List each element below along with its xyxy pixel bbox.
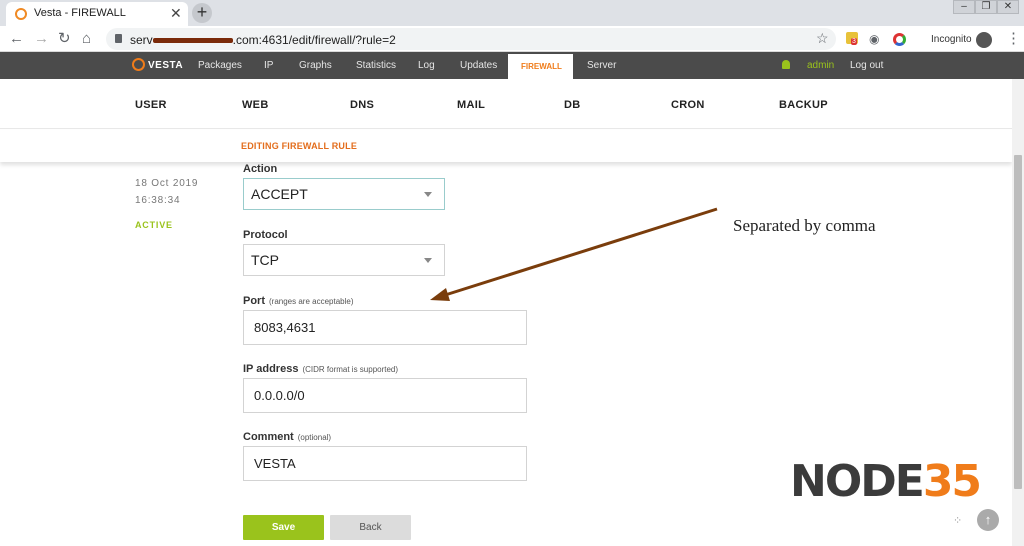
grid-icon[interactable]: ⁘ — [953, 514, 962, 527]
annotation-text: Separated by comma — [733, 216, 876, 235]
scroll-top-icon[interactable]: ↑ — [977, 509, 999, 531]
node35-logo: NODE35 — [790, 456, 982, 507]
